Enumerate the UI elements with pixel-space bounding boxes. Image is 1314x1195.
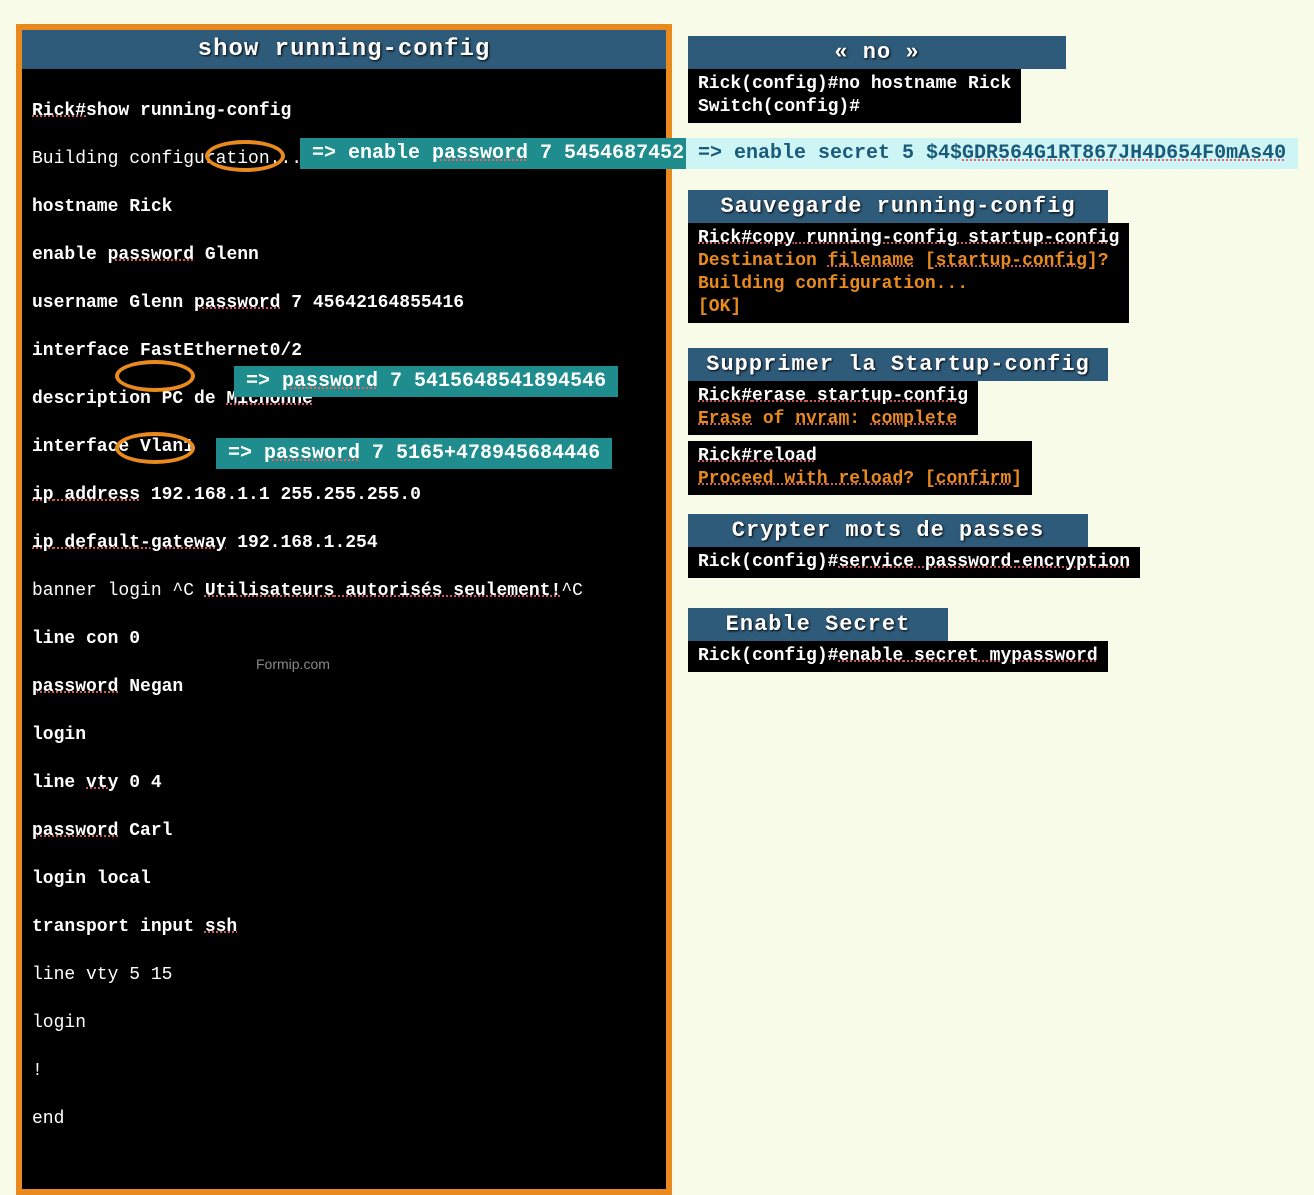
panel-secret-body: Rick(config)#enable secret mypassword: [688, 641, 1108, 672]
panel-save-header: Sauvegarde running-config: [688, 190, 1108, 223]
panel-delete: Supprimer la Startup-config Rick#erase s…: [688, 348, 1108, 495]
callout-password-carl: => password 7 5165+478945684446: [216, 438, 612, 469]
panel-no: « no » Rick(config)#no hostname Rick Swi…: [688, 36, 1066, 123]
panel-crypt-body: Rick(config)#service password-encryption: [688, 547, 1140, 578]
panel-no-header: « no »: [688, 36, 1066, 69]
panel-delete-body2: Rick#reload Proceed with reload? [confir…: [688, 441, 1032, 495]
main-panel: show running-config Rick#show running-co…: [16, 24, 672, 1195]
panel-crypt-header: Crypter mots de passes: [688, 514, 1088, 547]
panel-secret: Enable Secret Rick(config)#enable secret…: [688, 608, 1108, 672]
panel-delete-body1: Rick#erase startup-config Erase of nvram…: [688, 381, 978, 435]
panel-save-body: Rick#copy running-config startup-config …: [688, 223, 1129, 323]
main-header: show running-config: [22, 30, 666, 69]
terminal-output: Rick#show running-config Building config…: [22, 69, 666, 1189]
panel-secret-header: Enable Secret: [688, 608, 948, 641]
callout-enable-password: => enable password 7 5454687452: [300, 138, 696, 169]
callout-enable-secret: => enable secret 5 $4$GDR564G1RT867JH4D6…: [686, 138, 1298, 169]
panel-delete-header: Supprimer la Startup-config: [688, 348, 1108, 381]
panel-no-body: Rick(config)#no hostname Rick Switch(con…: [688, 69, 1021, 123]
callout-password-negan: => password 7 5415648541894546: [234, 366, 618, 397]
watermark: Formip.com: [256, 656, 330, 672]
panel-crypt: Crypter mots de passes Rick(config)#serv…: [688, 514, 1140, 578]
panel-save: Sauvegarde running-config Rick#copy runn…: [688, 190, 1129, 323]
